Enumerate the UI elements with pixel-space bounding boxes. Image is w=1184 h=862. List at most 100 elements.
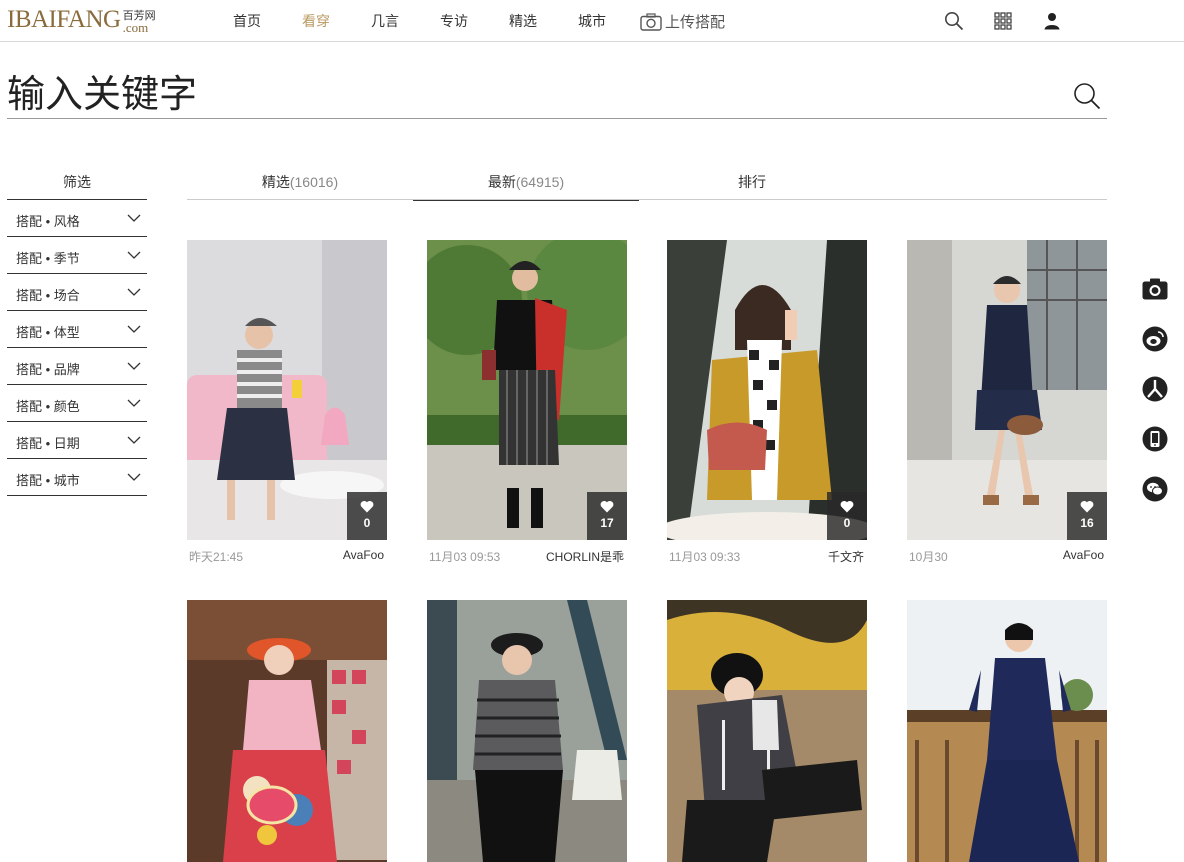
logo-com-text: .com xyxy=(122,20,149,35)
filter-label: 搭配 • 城市 xyxy=(16,473,80,488)
tab-count: (64915) xyxy=(515,174,565,190)
camera-icon xyxy=(640,12,662,31)
like-button[interactable]: 17 xyxy=(587,492,627,540)
chevron-down-icon xyxy=(127,436,141,444)
outfit-photo[interactable] xyxy=(427,600,627,862)
search-icon[interactable] xyxy=(943,10,965,32)
grid-icon[interactable] xyxy=(992,10,1014,32)
wechat-icon[interactable] xyxy=(1142,476,1168,502)
filter-label: 搭配 • 体型 xyxy=(16,325,80,340)
chevron-down-icon xyxy=(127,362,141,370)
mobile-icon[interactable] xyxy=(1142,426,1168,452)
search-icon[interactable] xyxy=(1073,82,1101,110)
filter-sidebar: 筛选 搭配 • 风格 搭配 • 季节 搭配 • 场合 搭配 • 体型 搭配 • … xyxy=(7,164,147,496)
filter-style[interactable]: 搭配 • 风格 xyxy=(7,200,147,237)
chevron-down-icon xyxy=(127,473,141,481)
card-meta: 11月03 09:33 千文齐 xyxy=(667,540,867,570)
tab-label: 精选 xyxy=(261,174,290,190)
share-sidebar xyxy=(1142,276,1168,526)
filter-title: 筛选 xyxy=(7,164,147,200)
user-icon[interactable] xyxy=(1041,10,1063,32)
chevron-down-icon xyxy=(127,214,141,222)
outfit-card[interactable]: 17 11月03 09:53 CHORLIN是乖 xyxy=(427,240,627,570)
filter-label: 搭配 • 颜色 xyxy=(16,399,80,414)
filter-label: 搭配 • 品牌 xyxy=(16,362,80,377)
outfit-card[interactable]: 0 11月03 09:33 千文齐 xyxy=(667,240,867,570)
like-count: 0 xyxy=(843,516,851,530)
sort-tabs: 精选(16016) 最新(64915) 排行 xyxy=(187,164,1107,201)
author-name[interactable]: AvaFoo xyxy=(1063,548,1104,562)
nav-home[interactable]: 首页 xyxy=(233,11,261,31)
like-button[interactable]: 0 xyxy=(827,492,867,540)
heart-icon xyxy=(600,500,614,513)
filter-city[interactable]: 搭配 • 城市 xyxy=(7,459,147,496)
tab-latest[interactable]: 最新(64915) xyxy=(413,164,639,201)
tab-featured[interactable]: 精选(16016) xyxy=(187,164,413,200)
nav-featured[interactable]: 精选 xyxy=(509,11,537,31)
like-button[interactable]: 16 xyxy=(1067,492,1107,540)
card-meta: 11月03 09:53 CHORLIN是乖 xyxy=(427,540,627,570)
tab-label: 最新 xyxy=(487,174,516,190)
card-meta: 昨天21:45 AvaFoo xyxy=(187,540,387,570)
weibo-icon[interactable] xyxy=(1142,326,1168,352)
search-input[interactable] xyxy=(7,70,1047,118)
filter-season[interactable]: 搭配 • 季节 xyxy=(7,237,147,274)
outfit-photo[interactable] xyxy=(187,600,387,862)
chevron-down-icon xyxy=(127,399,141,407)
author-name[interactable]: CHORLIN是乖 xyxy=(546,548,624,565)
nav-city[interactable]: 城市 xyxy=(578,11,606,31)
filter-date[interactable]: 搭配 • 日期 xyxy=(7,422,147,459)
outfit-photo[interactable]: 16 xyxy=(907,240,1107,540)
outfit-card[interactable] xyxy=(667,600,867,862)
upload-label: 上传搭配 xyxy=(665,14,726,31)
renren-icon[interactable] xyxy=(1142,376,1168,402)
outfit-card[interactable] xyxy=(427,600,627,862)
site-logo[interactable]: IBAIFANG 百芳网 .com xyxy=(7,6,156,34)
like-button[interactable]: 0 xyxy=(347,492,387,540)
outfit-photo[interactable] xyxy=(667,600,867,862)
filter-label: 搭配 • 季节 xyxy=(16,251,80,266)
filter-body-type[interactable]: 搭配 • 体型 xyxy=(7,311,147,348)
filter-color[interactable]: 搭配 • 颜色 xyxy=(7,385,147,422)
outfit-photo[interactable]: 0 xyxy=(667,240,867,540)
tab-ranking[interactable]: 排行 xyxy=(639,164,865,200)
filter-brand[interactable]: 搭配 • 品牌 xyxy=(7,348,147,385)
logo-text: IBAIFANG xyxy=(7,6,121,33)
logo-side: 百芳网 .com xyxy=(123,10,156,34)
tab-count: (16016) xyxy=(289,174,339,190)
filter-label: 搭配 • 风格 xyxy=(16,214,80,229)
filter-label: 搭配 • 场合 xyxy=(16,288,80,303)
upload-outfit-button[interactable]: 上传搭配 xyxy=(640,11,725,32)
heart-icon xyxy=(360,500,374,513)
like-count: 0 xyxy=(363,516,371,530)
top-nav-bar: IBAIFANG 百芳网 .com 首页 看穿 几言 专访 精选 城市 上传搭配 xyxy=(0,0,1184,42)
like-count: 17 xyxy=(600,516,614,530)
main-nav: 首页 看穿 几言 专访 精选 城市 xyxy=(233,0,647,42)
outfit-card[interactable] xyxy=(907,600,1107,862)
heart-icon xyxy=(840,500,854,513)
author-name[interactable]: AvaFoo xyxy=(343,548,384,562)
author-name[interactable]: 千文齐 xyxy=(828,548,864,565)
heart-icon xyxy=(1080,500,1094,513)
chevron-down-icon xyxy=(127,251,141,259)
camera-icon[interactable] xyxy=(1142,276,1168,302)
tab-label: 排行 xyxy=(738,174,766,190)
filter-label: 搭配 • 日期 xyxy=(16,436,80,451)
outfit-card[interactable]: 0 昨天21:45 AvaFoo xyxy=(187,240,387,570)
outfit-photo[interactable]: 17 xyxy=(427,240,627,540)
chevron-down-icon xyxy=(127,325,141,333)
filter-occasion[interactable]: 搭配 • 场合 xyxy=(7,274,147,311)
post-time: 11月03 09:53 xyxy=(429,550,501,564)
post-time: 11月03 09:33 xyxy=(669,550,741,564)
nav-interviews[interactable]: 专访 xyxy=(440,11,468,31)
like-count: 16 xyxy=(1080,516,1094,530)
keyword-search xyxy=(7,70,1107,119)
post-time: 10月30 xyxy=(909,550,948,564)
nav-words[interactable]: 几言 xyxy=(371,11,399,31)
outfit-photo[interactable] xyxy=(907,600,1107,862)
outfit-card[interactable]: 16 10月30 AvaFoo xyxy=(907,240,1107,570)
post-time: 昨天21:45 xyxy=(189,550,244,564)
outfit-card[interactable] xyxy=(187,600,387,862)
nav-looks[interactable]: 看穿 xyxy=(302,11,330,31)
outfit-photo[interactable]: 0 xyxy=(187,240,387,540)
